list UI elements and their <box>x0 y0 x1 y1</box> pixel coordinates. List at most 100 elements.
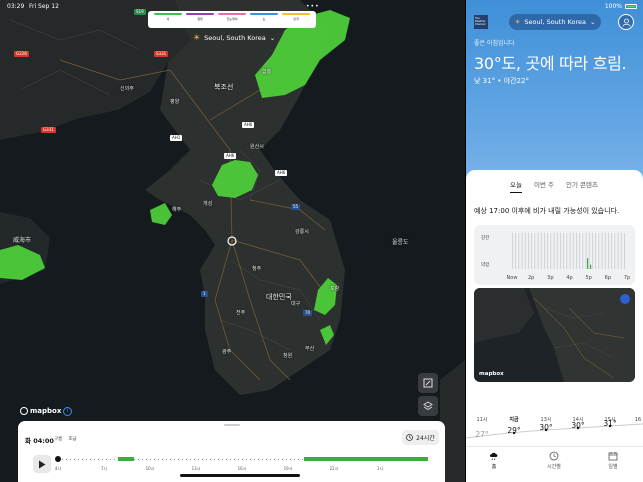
info-icon[interactable]: i <box>63 407 72 416</box>
place-label: 창원 <box>283 353 293 359</box>
place-label: 원산시 <box>250 144 264 150</box>
play-button[interactable] <box>33 455 51 473</box>
road-shield: AH6 <box>224 153 237 159</box>
intensity-slot <box>544 233 545 269</box>
intensity-slot <box>601 233 603 269</box>
forecast-panel: The Weather Channel ☀ Seoul, South Korea… <box>466 0 643 482</box>
tick-label: 13시 <box>191 466 201 471</box>
hour-temp: 27° <box>475 430 489 439</box>
road-shield: 1 <box>201 291 208 297</box>
legend-cloud: 구름 <box>54 437 63 442</box>
current-headline: 30°도, 곳에 따라 흐림. <box>474 54 627 73</box>
forecast-card: 오늘 이번 주 인기 콘텐츠 예상 17:00 이후에 비가 내릴 가능성이 있… <box>466 170 643 482</box>
road-shield: AH6 <box>275 170 288 176</box>
hour-col: 지금 <box>509 417 519 423</box>
intensity-slot <box>512 233 513 269</box>
intensity-slot <box>515 233 516 269</box>
place-label: 개성 <box>203 201 213 207</box>
intensity-slot <box>579 233 580 269</box>
tab-this-week[interactable]: 이번 주 <box>534 179 554 193</box>
precip-forecast-note: 예상 17:00 이후에 비가 내릴 가능성이 있습니다. <box>474 207 620 215</box>
hour-temp: 31° <box>603 419 617 428</box>
legend-label: 번개 <box>293 17 299 21</box>
intensity-slot <box>620 233 622 269</box>
cloud-rain-icon <box>490 452 498 461</box>
place-label: 威海市 <box>13 237 32 244</box>
intensity-slot <box>566 233 568 269</box>
high-low: 낮 31° • 야간22° <box>474 77 529 85</box>
tick-label: 1시 <box>376 466 384 471</box>
mapbox-logo: mapbox <box>20 407 61 415</box>
hourly-strip[interactable]: 11시 지금 13시 14시 15시 16 27° 29° 30° 30° 31… <box>466 402 643 448</box>
intensity-slot <box>547 233 548 269</box>
low-temp: 야간22° <box>503 77 529 85</box>
legend-label: 비 <box>166 17 170 21</box>
chart-tick-label: 6p <box>605 275 611 281</box>
road-shield: S19 <box>134 9 146 15</box>
intensity-slot <box>624 233 625 269</box>
legend-label: 결빙 <box>197 17 203 21</box>
chart-tick-label: Now <box>507 275 518 281</box>
road-shield: 70 <box>303 310 313 316</box>
location-label: Seoul, South Korea <box>524 18 586 26</box>
layers-button[interactable] <box>418 396 438 416</box>
place-label: 대구 <box>291 301 301 307</box>
intensity-slot <box>528 233 529 269</box>
legend-label: 눈 <box>262 17 266 21</box>
intensity-slot <box>604 233 606 269</box>
play-icon <box>39 460 46 468</box>
layers-icon <box>423 401 433 411</box>
tab-trending[interactable]: 인기 콘텐츠 <box>566 179 598 193</box>
home-indicator[interactable] <box>180 474 300 477</box>
intensity-slot <box>595 233 596 269</box>
hour-temp: 30° <box>539 423 553 432</box>
tick-label: 4시 <box>54 466 62 471</box>
drag-handle[interactable] <box>224 424 240 426</box>
road-shield: G331 <box>41 127 56 133</box>
tab-today[interactable]: 오늘 <box>510 179 522 193</box>
intensity-slot <box>614 233 616 269</box>
expand-map-button[interactable] <box>620 294 630 304</box>
place-label: 평양 <box>170 99 180 105</box>
timeline-scrubber[interactable] <box>55 456 428 462</box>
intensity-slot <box>588 233 590 269</box>
mapbox-mark-icon <box>20 407 28 415</box>
clock-icon <box>549 451 559 461</box>
high-temp: 낮 31° <box>474 77 496 85</box>
map-location-selector[interactable]: ☀ Seoul, South Korea ⌄ <box>193 33 275 42</box>
mapbox-logo: mapbox <box>479 371 504 377</box>
intensity-slot <box>572 233 574 269</box>
rain-segment <box>118 457 134 461</box>
legend-bar-rain <box>154 13 182 15</box>
profile-button[interactable] <box>618 14 634 30</box>
tick-label: 7시 <box>100 466 108 471</box>
map-location-label: Seoul, South Korea <box>204 33 266 42</box>
scrubber-knob[interactable] <box>55 456 61 462</box>
rain-segment <box>304 457 428 461</box>
intensity-bar <box>587 258 589 269</box>
hour-temp: 30° <box>571 421 585 430</box>
bottom-nav: 홈 시간별 일별 <box>466 446 643 482</box>
intensity-slot <box>611 233 612 269</box>
place-label: 전주 <box>236 310 246 316</box>
range-24h-button[interactable]: 24시간 <box>402 430 439 445</box>
fullscreen-button[interactable] <box>418 373 438 393</box>
calendar-icon <box>608 452 618 461</box>
weather-channel-logo: The Weather Channel <box>474 15 488 29</box>
precip-intensity-chart[interactable]: 강한 약함 Now 2p 3p 4p 5p 6p 7p <box>474 225 635 285</box>
precip-legend: 비 결빙 진눈깨비 눈 번개 <box>148 11 316 28</box>
chart-tick-label: 4p <box>566 275 572 281</box>
intensity-slot <box>569 233 571 269</box>
legend-bar-lightning <box>282 13 310 15</box>
place-label: 강릉시 <box>295 229 309 235</box>
radar-map[interactable]: 비 결빙 진눈깨비 눈 번개 ☀ Seoul, South Korea ⌄ G2… <box>0 0 465 482</box>
intensity-slot <box>582 233 584 269</box>
tick-label: 22시 <box>329 466 339 471</box>
nav-home[interactable]: 홈 <box>474 451 514 470</box>
intensity-slot <box>537 233 539 269</box>
intensity-slot <box>576 233 577 269</box>
mini-radar-map[interactable]: mapbox <box>474 288 635 382</box>
location-selector[interactable]: ☀ Seoul, South Korea ⌄ <box>509 14 601 30</box>
nav-hourly[interactable]: 시간별 <box>534 451 574 470</box>
nav-daily[interactable]: 일별 <box>593 451 633 470</box>
